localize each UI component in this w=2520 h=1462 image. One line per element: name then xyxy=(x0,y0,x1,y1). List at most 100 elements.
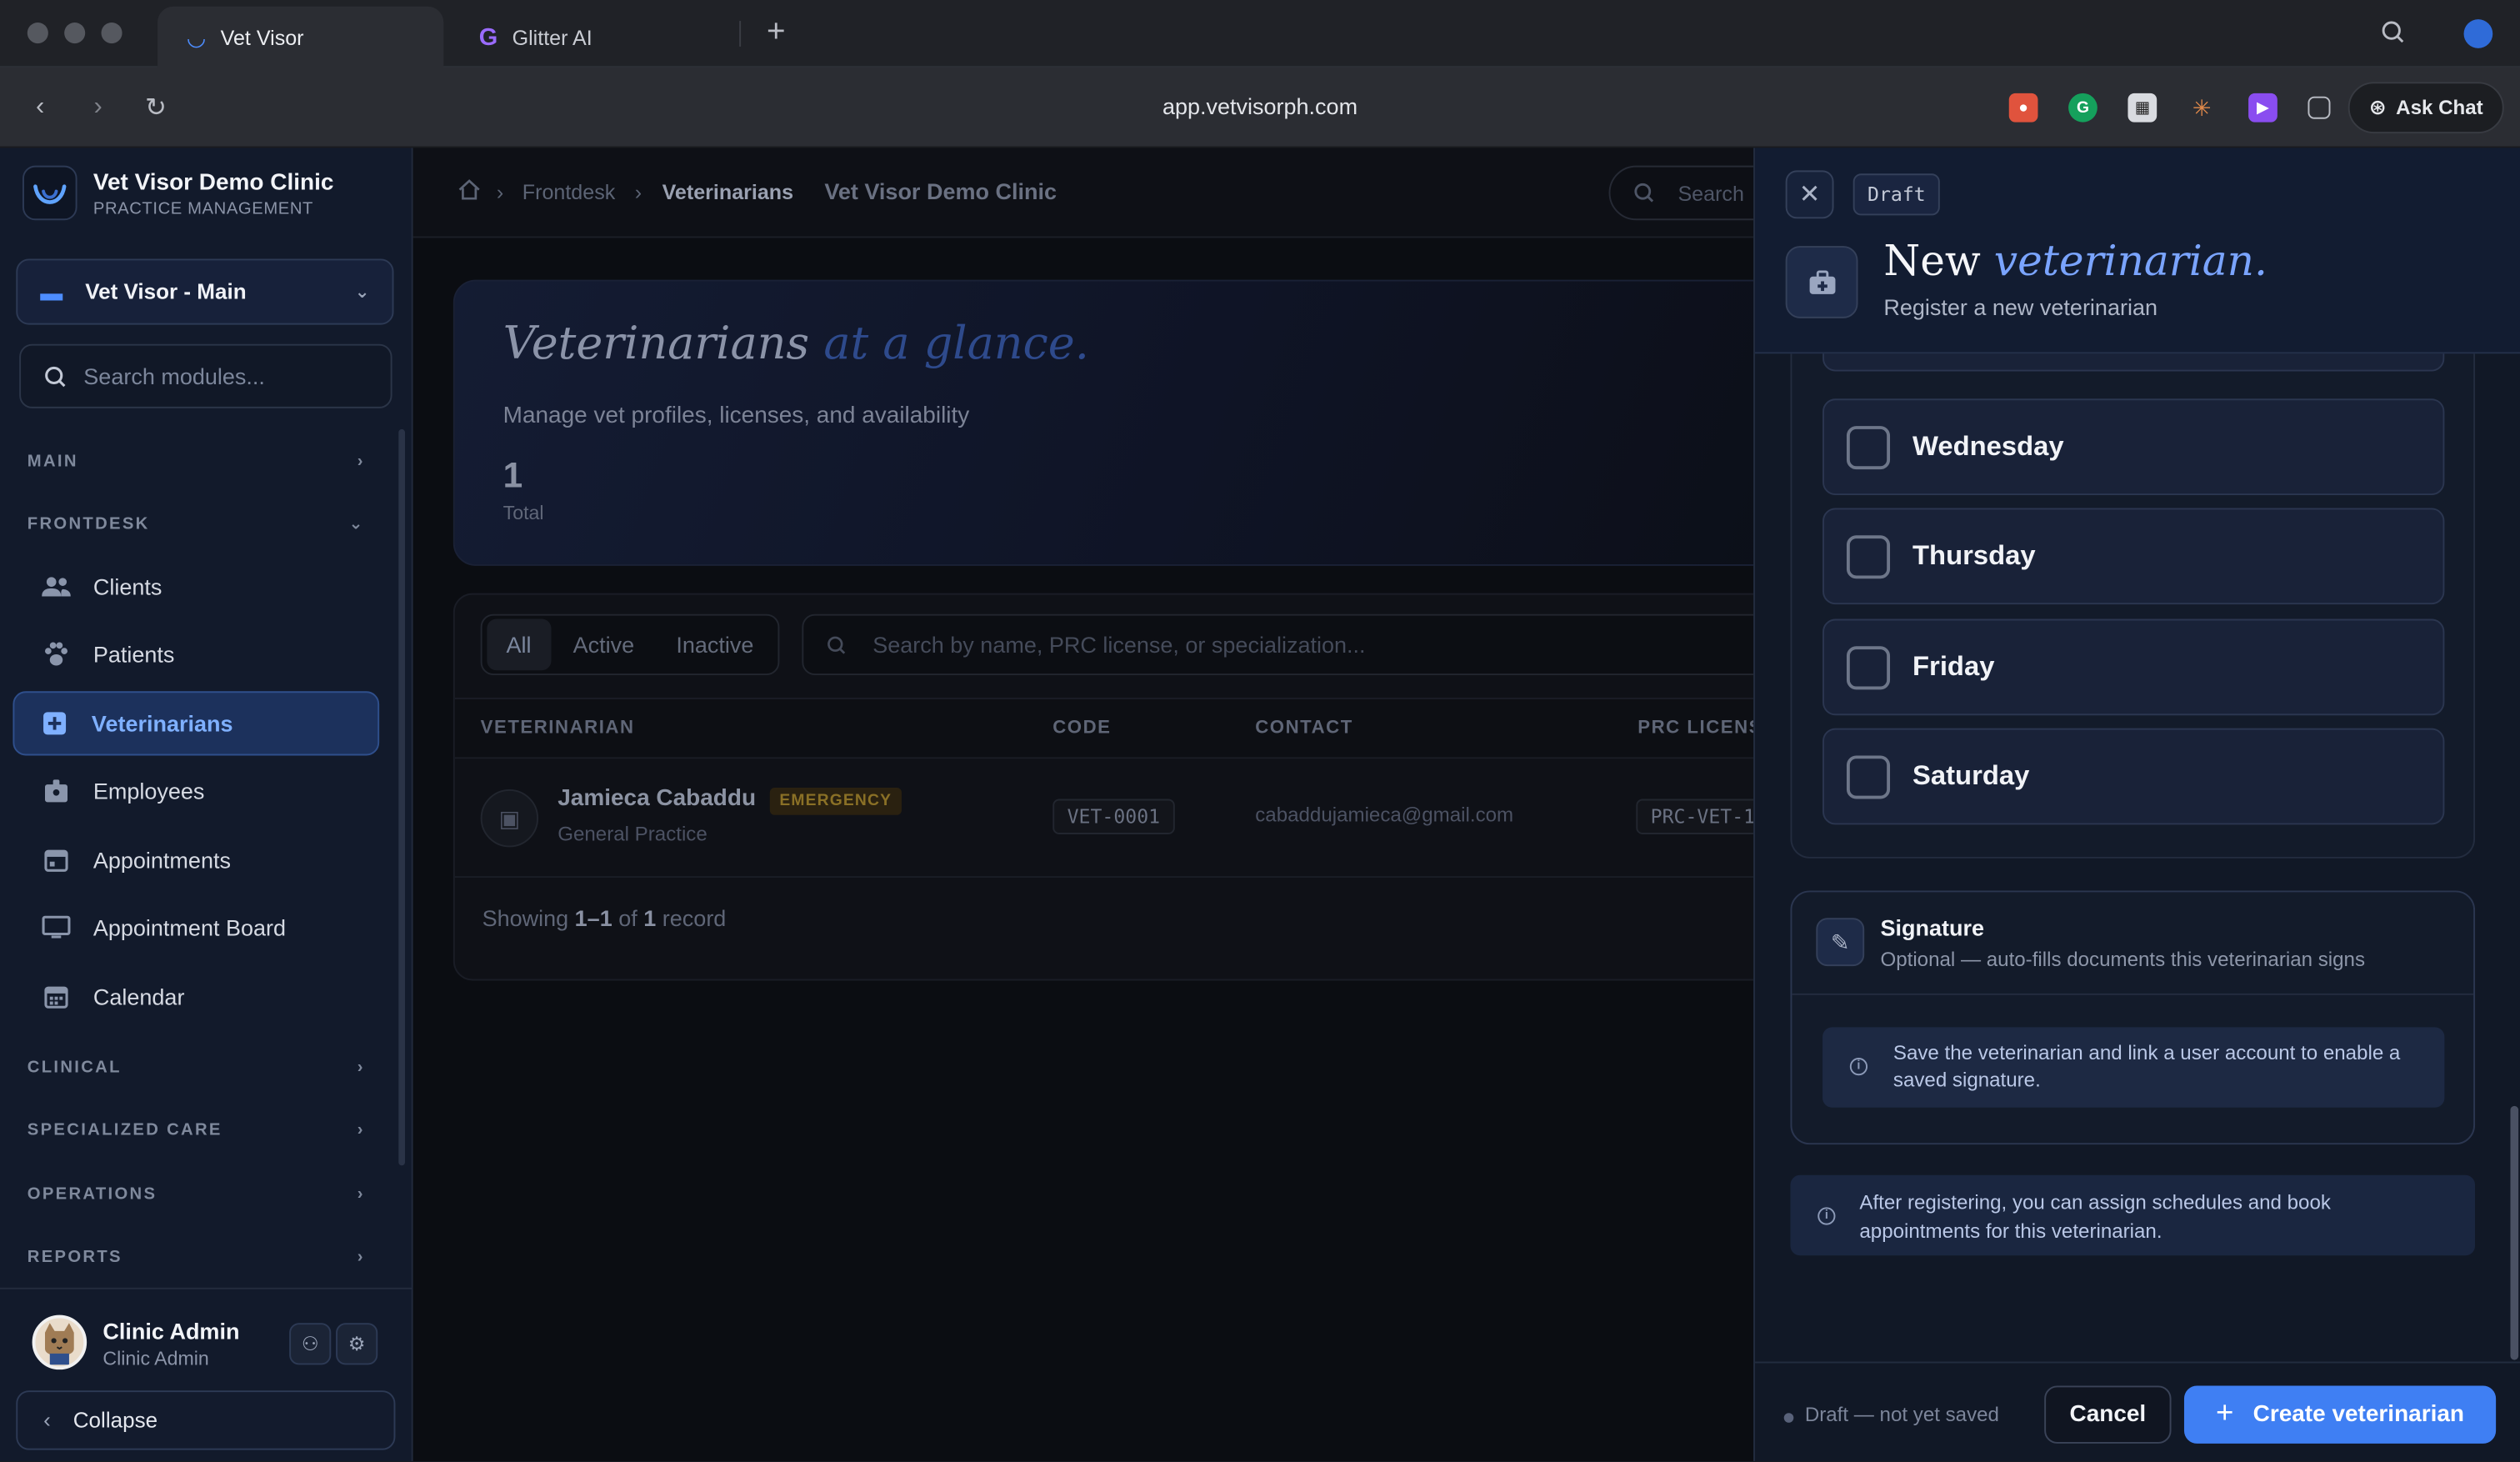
drawer-scrollbar[interactable] xyxy=(2510,1105,2519,1360)
tab-label: Vet Visor xyxy=(220,24,304,49)
checkbox[interactable] xyxy=(1846,754,1891,799)
sidebar-scrollbar[interactable] xyxy=(398,428,406,1166)
table-search-input[interactable]: Search by name, PRC license, or speciali… xyxy=(802,613,1799,676)
breadcrumb-frontdesk[interactable]: Frontdesk xyxy=(522,180,615,204)
extensions-menu-icon[interactable] xyxy=(2308,96,2331,119)
browser-tab-bar: ◡ Vet Visor G Glitter AI + xyxy=(0,0,2520,68)
filter-active[interactable]: Active xyxy=(554,619,654,671)
extension-claude-icon[interactable]: ✳ xyxy=(2188,93,2217,123)
extension-grammarly-icon[interactable]: G xyxy=(2068,93,2098,123)
medical-plus-icon xyxy=(40,709,69,739)
draft-tag: Draft xyxy=(1852,173,1941,216)
hero-subtitle: Manage vet profiles, licenses, and avail… xyxy=(502,403,970,429)
cancel-button[interactable]: Cancel xyxy=(2044,1385,2172,1444)
showing-range: 1–1 xyxy=(574,904,612,931)
filter-all[interactable]: All xyxy=(487,618,551,671)
section-operations[interactable]: OPERATIONS › xyxy=(28,1179,365,1211)
checkbox[interactable] xyxy=(1846,425,1891,469)
tab-vet-visor[interactable]: ◡ Vet Visor xyxy=(158,6,444,68)
medical-bag-icon: ▣ xyxy=(498,804,521,831)
chevron-down-icon: ⌄ xyxy=(348,514,365,534)
section-label: FRONTDESK xyxy=(27,514,150,534)
drawer-title: New veterinarian. xyxy=(1883,238,2268,286)
user-name: Clinic Admin xyxy=(102,1318,240,1344)
day-option-saturday[interactable]: Saturday xyxy=(1822,728,2445,825)
vet-code: VET-0001 xyxy=(1052,799,1175,834)
sidebar-item-veterinarians[interactable]: Veterinarians xyxy=(12,691,380,756)
breadcrumb-separator: › xyxy=(634,180,642,204)
veterinarians-table-card: All Active Inactive Search by name, PRC … xyxy=(452,593,1799,981)
draft-status-text: Draft — not yet saved xyxy=(1804,1403,1999,1426)
section-frontdesk[interactable]: FRONTDESK ⌄ xyxy=(28,508,365,540)
section-specialized-care[interactable]: SPECIALIZED CARE › xyxy=(28,1114,365,1147)
close-window-button[interactable] xyxy=(27,23,48,44)
showing-count: 1 xyxy=(643,904,657,931)
avatar[interactable] xyxy=(32,1314,88,1370)
section-label: REPORTS xyxy=(27,1247,122,1267)
profile-icon[interactable] xyxy=(2463,19,2493,48)
table-row[interactable]: ▣ Jamieca Cabaddu EMERGENCY General Prac… xyxy=(454,759,1789,879)
column-header[interactable]: CODE xyxy=(1052,718,1111,738)
glitter-favicon-icon: G xyxy=(478,23,498,51)
tab-glitter-ai[interactable]: G Glitter AI xyxy=(450,7,739,68)
signature-card: ✎ Signature Optional — auto-fills docume… xyxy=(1790,890,2476,1145)
minimize-window-button[interactable] xyxy=(64,23,86,44)
paw-icon xyxy=(42,640,71,669)
close-drawer-button[interactable]: ✕ xyxy=(1785,170,1834,219)
day-label: Thursday xyxy=(1912,540,2036,571)
vet-prc-license: PRC-VET-1 xyxy=(1636,799,1770,834)
section-label: CLINICAL xyxy=(27,1058,122,1078)
after-registering-note: i After registering, you can assign sche… xyxy=(1790,1174,2476,1256)
extension-fox-icon[interactable]: ● xyxy=(2008,93,2038,123)
switch-user-button[interactable]: ⚇ xyxy=(289,1323,332,1365)
column-header[interactable]: VETERINARIAN xyxy=(481,718,635,738)
openai-icon: ⊛ xyxy=(2368,94,2387,119)
checkbox[interactable] xyxy=(1846,645,1891,689)
vet-name: Jamieca Cabaddu xyxy=(558,786,757,812)
signature-info-note: i Save the veterinarian and link a user … xyxy=(1822,1027,2445,1108)
new-tab-icon[interactable]: + xyxy=(767,14,786,51)
search-tabs-icon[interactable] xyxy=(2380,19,2406,53)
ask-chat-button[interactable]: ⊛ Ask Chat xyxy=(2348,82,2504,134)
filter-inactive[interactable]: Inactive xyxy=(657,619,772,671)
home-icon[interactable] xyxy=(458,178,481,209)
collapse-button[interactable]: ‹ Collapse xyxy=(16,1390,396,1450)
sidebar-item-patients[interactable]: Patients xyxy=(16,622,379,686)
after-note-text: After registering, you can assign schedu… xyxy=(1859,1191,2331,1243)
day-option-thursday[interactable]: Thursday xyxy=(1822,508,2445,605)
extension-purple-icon[interactable]: ▶ xyxy=(2248,93,2278,123)
showing-of: of xyxy=(618,904,638,931)
sidebar-item-calendar[interactable]: Calendar xyxy=(16,964,379,1029)
column-header[interactable]: CONTACT xyxy=(1255,718,1353,738)
search-placeholder: Search modules... xyxy=(83,363,265,389)
tab-divider xyxy=(739,21,742,47)
create-veterinarian-button[interactable]: + Create veterinarian xyxy=(2183,1385,2497,1444)
checkbox[interactable] xyxy=(1846,534,1891,578)
info-icon: i xyxy=(1849,1058,1868,1076)
maximize-window-button[interactable] xyxy=(101,23,122,44)
vet-visor-logo-icon xyxy=(33,184,67,204)
sidebar-item-appointment-board[interactable]: Appointment Board xyxy=(16,895,379,959)
branch-selector[interactable]: ▬ Vet Visor - Main ⌄ xyxy=(16,258,394,325)
search-icon xyxy=(828,635,846,653)
settings-button[interactable]: ⚙ xyxy=(336,1323,378,1365)
vet-email: cabaddujamieca@gmail.com xyxy=(1255,804,1514,827)
drawer-header: ✕ Draft New veterinarian. Register a new… xyxy=(1755,148,2520,354)
clinic-logo[interactable] xyxy=(22,165,78,221)
day-option-wednesday[interactable]: Wednesday xyxy=(1822,398,2445,496)
search-modules-input[interactable]: Search modules... xyxy=(19,343,392,408)
section-reports[interactable]: REPORTS › xyxy=(28,1241,365,1274)
collapse-label: Collapse xyxy=(72,1408,158,1433)
day-option-friday[interactable]: Friday xyxy=(1822,618,2445,716)
section-main[interactable]: MAIN › xyxy=(28,445,365,478)
section-clinical[interactable]: CLINICAL › xyxy=(28,1051,365,1084)
medical-bag-icon xyxy=(1785,246,1858,318)
close-icon: ✕ xyxy=(1798,181,1821,209)
sidebar-item-appointments[interactable]: Appointments xyxy=(16,828,379,892)
sidebar-item-employees[interactable]: Employees xyxy=(16,759,379,823)
extension-puzzle-icon[interactable]: ▦ xyxy=(2128,93,2158,123)
sidebar-item-clients[interactable]: Clients xyxy=(16,554,379,618)
status-badge: EMERGENCY xyxy=(769,788,902,815)
drawer-footer: Draft — not yet saved Cancel + Create ve… xyxy=(1755,1361,2520,1462)
section-label: OPERATIONS xyxy=(27,1184,158,1204)
